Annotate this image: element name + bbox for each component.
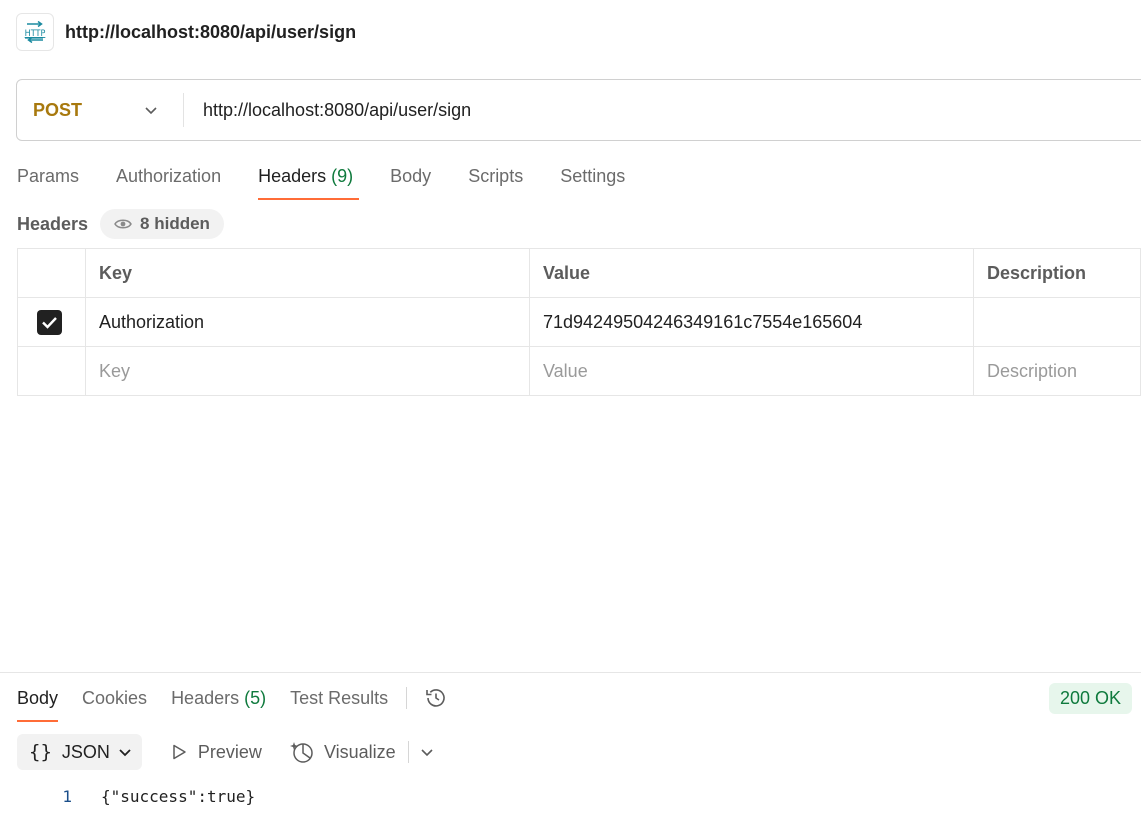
format-select[interactable]: {} JSON [17, 734, 142, 770]
tab-scripts[interactable]: Scripts [468, 160, 523, 200]
key-column-header: Key [85, 248, 530, 298]
header-description-cell[interactable] [973, 297, 1141, 347]
response-body-text[interactable]: {"success":true} [101, 787, 255, 806]
visualize-label: Visualize [323, 741, 396, 762]
header-value-cell[interactable]: 71d94249504246349161c7554e165604 [529, 297, 974, 347]
preview-button[interactable]: Preview [170, 742, 262, 763]
visualize-icon [289, 742, 313, 763]
table-header-row: Key Value Description [17, 248, 1141, 298]
line-number: 1 [62, 786, 72, 806]
url-divider [183, 93, 184, 127]
headers-label: Headers [17, 213, 89, 234]
tab-settings[interactable]: Settings [560, 160, 625, 200]
chevron-down-icon [145, 107, 157, 115]
new-value-input[interactable]: Value [529, 346, 974, 396]
method-label: POST [33, 99, 83, 120]
response-headers-count: (5) [244, 688, 267, 708]
request-tabs: Params Authorization Headers (9) Body Sc… [17, 160, 662, 202]
tab-body[interactable]: Body [390, 160, 431, 200]
table-row-new: Key Value Description [17, 346, 1141, 396]
eye-icon [114, 219, 132, 229]
request-title[interactable]: http://localhost:8080/api/user/sign [65, 22, 356, 43]
preview-label: Preview [197, 741, 262, 762]
row-checkbox[interactable] [37, 309, 62, 335]
http-icon: HTTP [16, 13, 54, 51]
response-tabs: Body Cookies Headers (5) Test Results [17, 682, 449, 722]
check-column-header [17, 248, 86, 298]
hidden-headers-toggle[interactable]: 8 hidden [100, 209, 224, 239]
checkmark-icon [42, 316, 57, 329]
response-tab-body[interactable]: Body [17, 682, 59, 722]
response-tabs-separator [406, 687, 408, 709]
tab-authorization[interactable]: Authorization [116, 160, 221, 200]
response-divider[interactable] [0, 672, 1141, 673]
braces-icon: {} [29, 741, 52, 763]
play-icon [173, 744, 186, 760]
response-tab-cookies[interactable]: Cookies [82, 682, 147, 722]
new-row-check-cell [17, 346, 86, 396]
request-title-bar: HTTP http://localhost:8080/api/user/sign [16, 13, 356, 51]
row-checkbox-cell [17, 297, 86, 347]
headers-section-header: Headers 8 hidden [17, 208, 224, 240]
chevron-down-icon[interactable] [419, 744, 435, 760]
response-tab-headers[interactable]: Headers (5) [171, 682, 266, 722]
new-key-input[interactable]: Key [85, 346, 530, 396]
status-badge[interactable]: 200 OK [1049, 683, 1133, 714]
table-row: Authorization 71d94249504246349161c7554e… [17, 297, 1141, 347]
tab-headers[interactable]: Headers (9) [258, 160, 360, 200]
url-bar: POST http://localhost:8080/api/user/sign [16, 79, 1141, 141]
tab-params[interactable]: Params [17, 160, 79, 200]
chevron-down-icon [119, 749, 131, 757]
format-label: JSON [61, 741, 110, 762]
headers-table: Key Value Description Authorization 71d9… [17, 248, 1141, 396]
response-code-line: 1 {"success":true} [0, 783, 255, 809]
visualize-button[interactable]: Visualize [289, 740, 396, 764]
header-key-cell[interactable]: Authorization [85, 297, 530, 347]
value-column-header: Value [529, 248, 974, 298]
history-icon[interactable] [423, 685, 449, 711]
description-column-header: Description [973, 248, 1141, 298]
toolbar-separator [407, 741, 409, 763]
url-input[interactable]: http://localhost:8080/api/user/sign [203, 100, 471, 121]
hidden-headers-label: 8 hidden [140, 214, 210, 233]
response-tab-test-results[interactable]: Test Results [290, 682, 388, 722]
method-select[interactable]: POST [17, 80, 183, 140]
headers-count: (9) [331, 166, 354, 186]
new-description-input[interactable]: Description [973, 346, 1141, 396]
response-toolbar: {} JSON Preview Visualize [17, 734, 435, 770]
